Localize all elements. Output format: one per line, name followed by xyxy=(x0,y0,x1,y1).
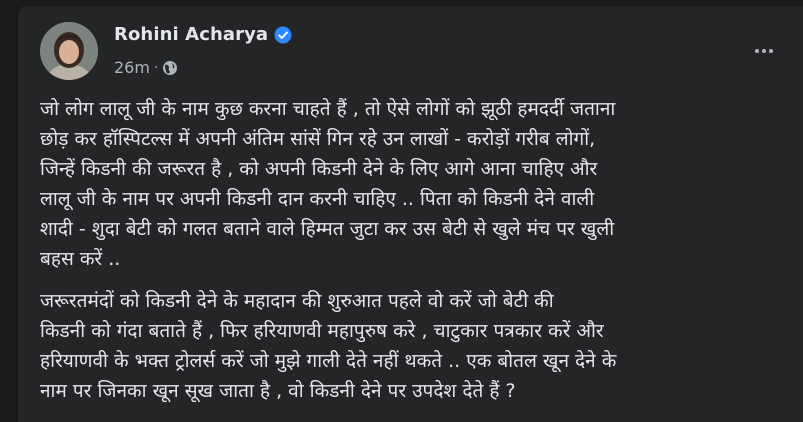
post-body: जो लोग लालू जी के नाम कुछ करना चाहते हैं… xyxy=(40,94,780,418)
globe-icon[interactable] xyxy=(162,60,178,76)
more-options-button[interactable] xyxy=(747,34,781,68)
more-dot xyxy=(762,49,766,53)
post-card: Rohini Acharya 26m · जो लोग लालू जी के न… xyxy=(18,6,803,422)
verified-badge-icon xyxy=(274,26,292,44)
post-paragraph: जो लोग लालू जी के नाम कुछ करना चाहते हैं… xyxy=(40,98,616,270)
post-paragraph: जरूरतमंदों को किडनी देने के महादान की शु… xyxy=(40,290,617,402)
more-dot xyxy=(755,49,759,53)
more-dot xyxy=(769,49,773,53)
meta-separator: · xyxy=(153,59,159,76)
post-timestamp[interactable]: 26m xyxy=(114,58,150,77)
avatar-photo xyxy=(40,22,98,80)
author-row: Rohini Acharya xyxy=(114,24,292,45)
post-meta: 26m · xyxy=(114,58,178,77)
author-avatar[interactable] xyxy=(40,22,98,80)
author-name[interactable]: Rohini Acharya xyxy=(114,24,268,45)
